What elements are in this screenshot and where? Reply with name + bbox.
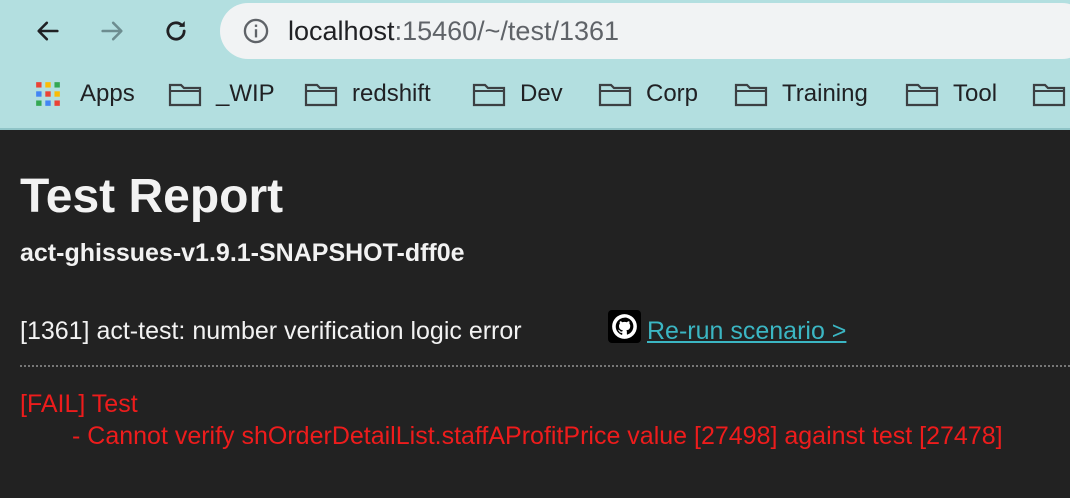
address-bar[interactable]: localhost:15460/~/test/1361 <box>220 3 1070 59</box>
browser-chrome: localhost:15460/~/test/1361 Apps _WIP re… <box>0 0 1070 130</box>
reload-icon <box>166 21 186 41</box>
build-version: act-ghissues-v1.9.1-SNAPSHOT-dff0e <box>20 239 465 267</box>
bookmark-corp[interactable]: Corp <box>598 72 698 116</box>
bookmark-wip[interactable]: _WIP <box>168 72 275 116</box>
bookmark-label: Apps <box>80 80 135 107</box>
bookmark-apps[interactable]: Apps <box>34 72 135 116</box>
bookmark-tool[interactable]: Tool <box>905 72 997 116</box>
bookmark-label: _WIP <box>216 80 275 107</box>
back-arrow-icon <box>37 21 59 41</box>
report-content: Test Report act-ghissues-v1.9.1-SNAPSHOT… <box>20 130 1070 498</box>
reload-button[interactable] <box>156 11 196 51</box>
rerun-scenario-link[interactable]: Re-run scenario > <box>647 316 846 346</box>
github-icon[interactable] <box>608 310 641 343</box>
bookmark-overflow-folder[interactable] <box>1032 72 1070 116</box>
apps-grid-icon <box>36 82 60 106</box>
scenario-title: [1361] act-test: number verification log… <box>20 317 522 345</box>
forward-button[interactable] <box>92 11 132 51</box>
folder-icon <box>472 83 506 107</box>
folder-icon <box>734 83 768 107</box>
fail-status: [FAIL] Test <box>20 390 138 418</box>
bookmark-label: Dev <box>520 80 563 107</box>
folder-icon <box>168 83 202 107</box>
bookmarks-bar: Apps _WIP redshift Dev Corp Training Too… <box>0 72 1070 116</box>
bookmark-training[interactable]: Training <box>734 72 868 116</box>
forward-arrow-icon <box>101 21 123 41</box>
back-button[interactable] <box>28 11 68 51</box>
divider <box>20 365 1070 367</box>
bookmark-label: Training <box>782 80 868 107</box>
folder-icon <box>905 83 939 107</box>
url-path: :15460/~/test/1361 <box>394 16 620 46</box>
url-text[interactable]: localhost:15460/~/test/1361 <box>288 15 619 47</box>
bookmark-label: Corp <box>646 80 699 107</box>
info-icon[interactable] <box>242 17 270 45</box>
bookmark-label: redshift <box>352 80 431 107</box>
fail-detail: - Cannot verify shOrderDetailList.staffA… <box>72 422 1003 450</box>
page-title: Test Report <box>20 170 284 223</box>
bookmark-dev[interactable]: Dev <box>472 72 563 116</box>
folder-icon <box>1032 83 1066 107</box>
bookmark-redshift[interactable]: redshift <box>304 72 431 116</box>
folder-icon <box>304 83 338 107</box>
url-host: localhost <box>288 16 395 46</box>
bookmark-label: Tool <box>953 80 998 107</box>
folder-icon <box>598 83 632 107</box>
